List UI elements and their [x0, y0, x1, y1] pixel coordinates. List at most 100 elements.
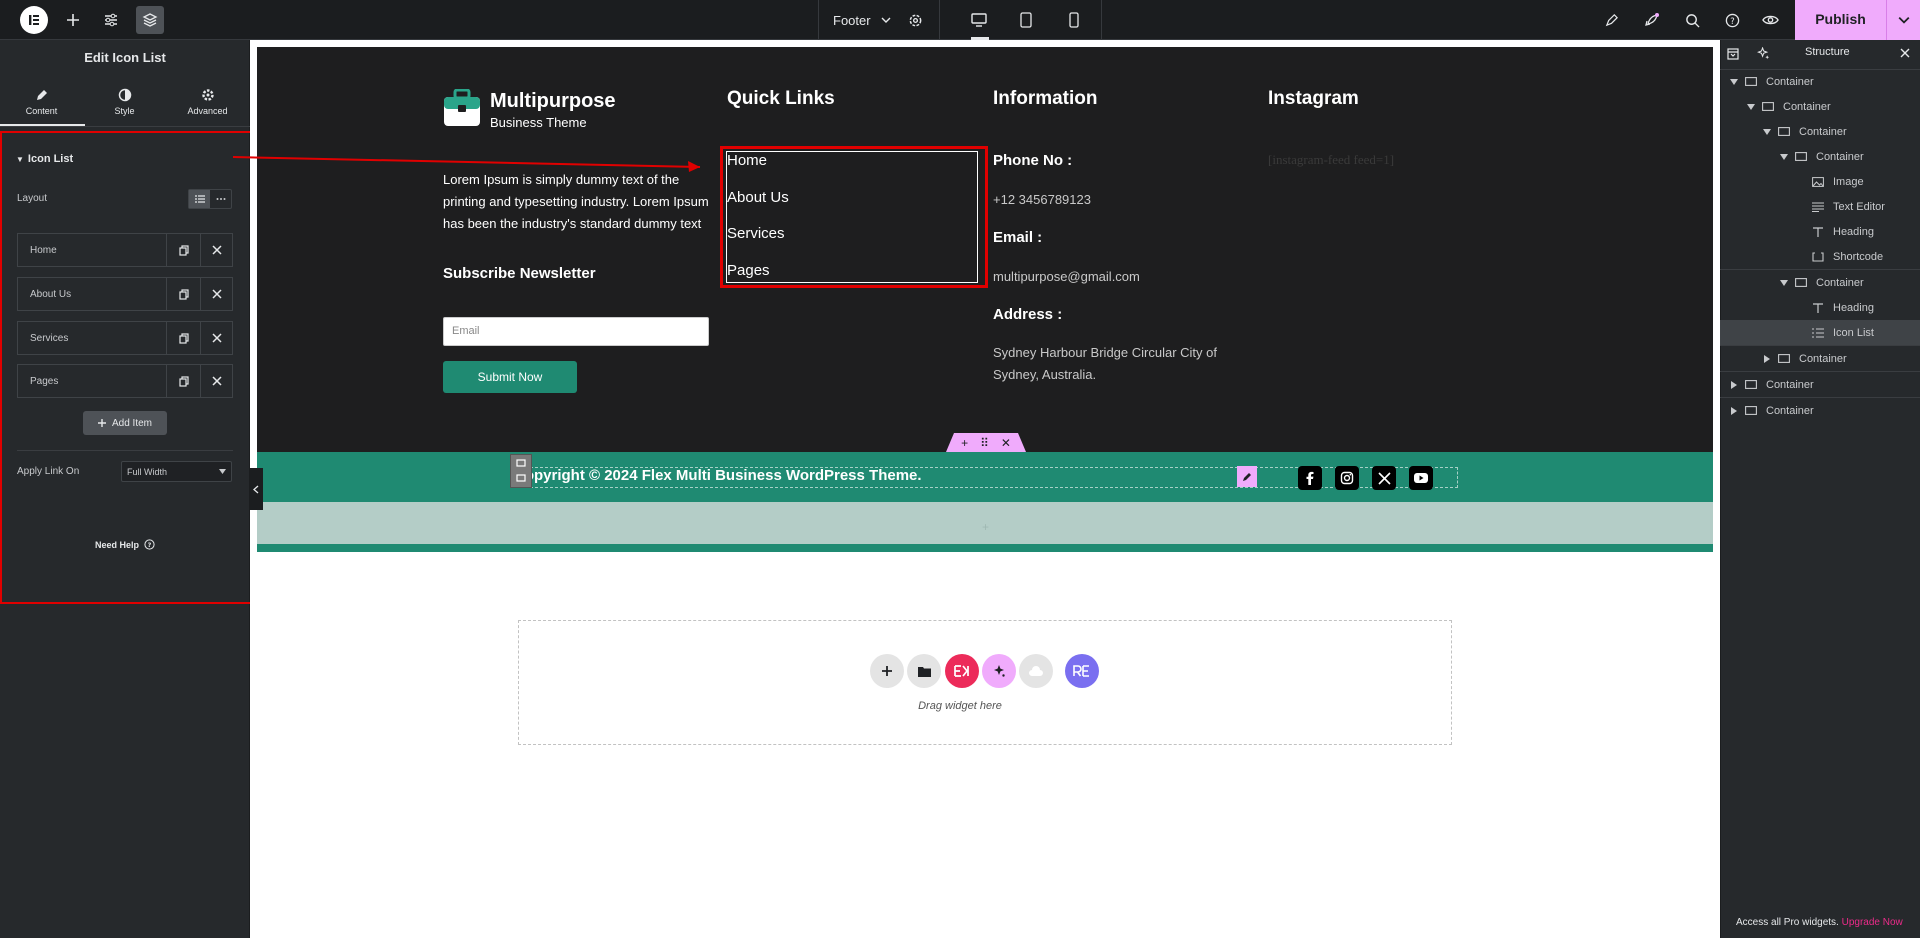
footer-bottom-line [257, 544, 1713, 552]
newsletter-email-input[interactable]: Email [443, 317, 709, 346]
add-plus-icon[interactable]: + [982, 520, 989, 534]
edit-pencil-icon[interactable] [1237, 466, 1257, 487]
structure-row-heading[interactable]: Heading [1720, 295, 1920, 320]
tab-style-label: Style [114, 106, 135, 116]
newsletter-heading: Subscribe Newsletter [443, 265, 596, 282]
add-new-section-plus-icon[interactable] [870, 654, 904, 688]
structure-row-container[interactable]: Container [1720, 69, 1920, 94]
structure-row-label: Container [1799, 352, 1847, 365]
structure-row-label: Icon List [1833, 326, 1874, 339]
drag-handle-icon[interactable]: ⠿ [980, 436, 989, 450]
structure-row-shortcode[interactable]: Shortcode [1720, 244, 1920, 269]
mobile-icon[interactable] [1060, 6, 1088, 34]
caret-down-icon[interactable] [1746, 102, 1756, 112]
caret-right-icon[interactable] [1729, 406, 1739, 416]
address-label: Address : [993, 306, 1063, 323]
template-name: Footer [833, 12, 871, 28]
structure-row-label: Container [1766, 378, 1814, 391]
help-icon[interactable]: ? [1718, 6, 1746, 34]
x-twitter-icon[interactable] [1372, 466, 1396, 490]
brand-name: Multipurpose [490, 90, 616, 112]
caret-down-icon[interactable] [1779, 152, 1789, 162]
structure-row-container[interactable]: Container [1720, 119, 1920, 144]
pencil-icon [36, 90, 47, 100]
container-icon [1762, 101, 1774, 112]
copyright-text: Copyright © 2024 Flex Multi Business Wor… [514, 467, 922, 484]
structure-row-container[interactable]: Container [1720, 94, 1920, 119]
preview-eye-icon[interactable] [1756, 6, 1784, 34]
information-heading: Information [993, 88, 1098, 109]
caret-down-icon[interactable] [1779, 278, 1789, 288]
submit-now-button[interactable]: Submit Now [443, 361, 577, 393]
pro-note-text: Access all Pro widgets. [1736, 917, 1839, 928]
caret-right-icon[interactable] [1729, 380, 1739, 390]
heading-icon [1812, 226, 1824, 237]
section-handle: + ⠿ ✕ [946, 433, 1026, 452]
upgrade-now-link[interactable]: Upgrade Now [1842, 917, 1903, 928]
tab-advanced[interactable]: Advanced [166, 76, 249, 126]
structure-row-container[interactable]: Container [1720, 346, 1920, 371]
structure-row-label: Heading [1833, 225, 1874, 238]
add-section-plus-icon[interactable]: + [961, 436, 968, 450]
page-settings-gear-icon[interactable] [901, 6, 929, 34]
publish-options-chevron-icon[interactable] [1887, 0, 1920, 40]
close-panel-icon[interactable] [1900, 48, 1910, 58]
facebook-icon[interactable] [1298, 466, 1322, 490]
quick-link-pages[interactable]: Pages [727, 262, 770, 279]
notes-pen-icon[interactable] [1597, 6, 1625, 34]
structure-row-container[interactable]: Container [1720, 270, 1920, 295]
structure-row-container[interactable]: Container [1720, 398, 1920, 423]
phone-label: Phone No : [993, 152, 1073, 169]
royal-elementor-addons-icon[interactable] [1065, 654, 1099, 688]
caret-right-icon[interactable] [1762, 354, 1772, 364]
structure-row-label: Container [1816, 150, 1864, 163]
quick-link-services[interactable]: Services [727, 225, 785, 242]
structure-row-icon-list[interactable]: Icon List [1720, 320, 1920, 345]
caret-down-icon[interactable] [1729, 77, 1739, 87]
pro-widgets-note: Access all Pro widgets. Upgrade Now [1736, 917, 1903, 928]
tab-content[interactable]: Content [0, 76, 83, 126]
add-element-icon[interactable] [59, 6, 87, 34]
quick-link-about-us[interactable]: About Us [727, 189, 789, 206]
template-library-folder-icon[interactable] [907, 654, 941, 688]
structure-row-container[interactable]: Container [1720, 372, 1920, 397]
structure-row-text-editor[interactable]: Text Editor [1720, 194, 1920, 219]
collapse-panel-toggle[interactable] [249, 468, 263, 510]
site-settings-icon[interactable] [97, 6, 125, 34]
quick-link-home[interactable]: Home [727, 152, 767, 169]
cloud-templates-icon[interactable] [1019, 654, 1053, 688]
whats-new-rocket-icon[interactable] [1638, 6, 1666, 34]
youtube-icon[interactable] [1409, 466, 1433, 490]
elementor-logo-icon[interactable] [20, 6, 48, 34]
desktop-icon[interactable] [965, 6, 993, 34]
elementskit-icon[interactable] [945, 654, 979, 688]
search-icon[interactable] [1678, 6, 1706, 34]
panel-title: Edit Icon List [84, 50, 166, 65]
structure-row-image[interactable]: Image [1720, 169, 1920, 194]
structure-row-label: Image [1833, 175, 1864, 188]
dock-panel-icon[interactable] [1727, 48, 1739, 60]
briefcase-logo-icon [443, 89, 481, 127]
caret-down-icon[interactable] [1762, 127, 1772, 137]
tablet-icon[interactable] [1012, 6, 1040, 34]
icon-list-icon [1812, 327, 1824, 338]
container-handle-icon[interactable] [510, 454, 532, 488]
ai-sparkle-icon[interactable] [982, 654, 1016, 688]
structure-row-heading[interactable]: Heading [1720, 219, 1920, 244]
instagram-icon[interactable] [1335, 466, 1359, 490]
tab-style[interactable]: Style [83, 76, 166, 126]
structure-row-container[interactable]: Container [1720, 144, 1920, 169]
ai-structure-sparkle-icon[interactable] [1757, 47, 1770, 60]
add-section-dropzone[interactable] [518, 620, 1452, 745]
delete-section-close-icon[interactable]: ✕ [1001, 436, 1011, 450]
text-editor-icon [1812, 202, 1824, 212]
structure-row-label: Text Editor [1833, 200, 1885, 213]
annotation-highlight-box [0, 131, 253, 604]
publish-button[interactable]: Publish [1795, 0, 1887, 40]
chevron-down-icon [881, 17, 891, 23]
structure-toggle-icon[interactable] [136, 6, 164, 34]
